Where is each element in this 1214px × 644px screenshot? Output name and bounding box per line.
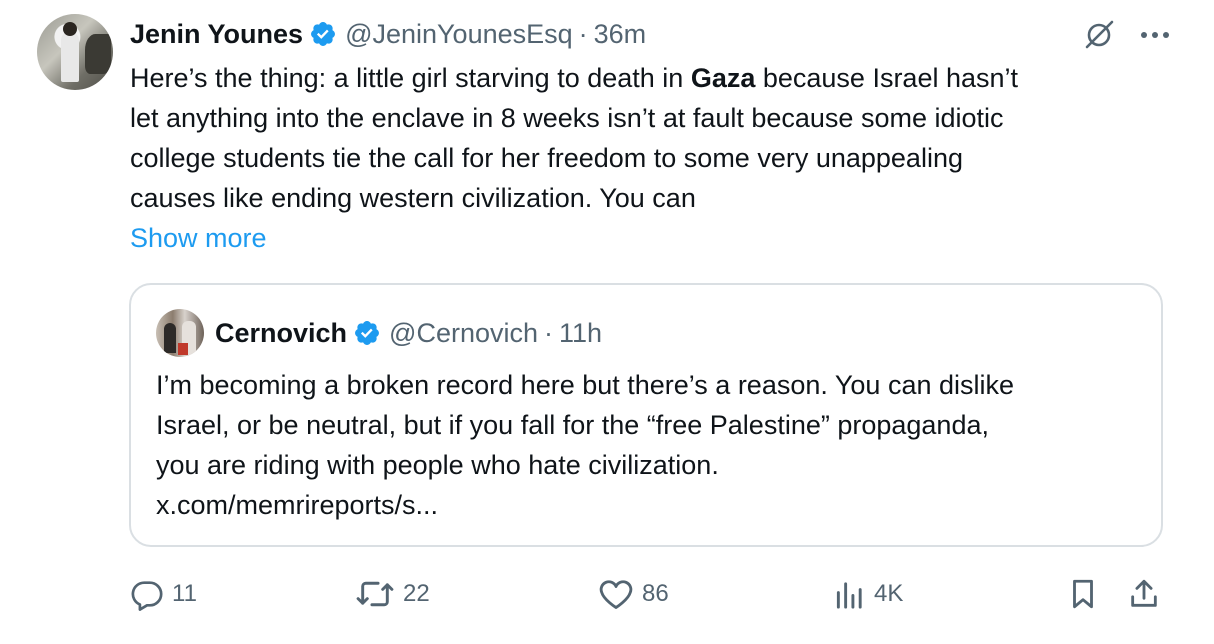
reply-icon — [131, 581, 163, 611]
quoted-author-avatar[interactable] — [156, 309, 204, 357]
tweet-actions-bar: 11 22 86 4K — [130, 574, 1164, 614]
quoted-tweet-time: 11h — [559, 317, 603, 348]
separator-dot: · — [544, 317, 554, 348]
quoted-tweet-header: Cernovich @Cernovich · 11h — [215, 315, 602, 351]
repost-icon — [356, 581, 394, 607]
bookmark-icon — [1073, 579, 1093, 609]
bookmark-button[interactable] — [1068, 574, 1098, 614]
quoted-tweet[interactable]: Cernovich @Cernovich · 11h I’m becoming … — [129, 283, 1163, 547]
tweet-text-part-1: Here’s the thing: a little girl starving… — [130, 63, 691, 93]
reply-count: 11 — [172, 580, 197, 607]
show-more-link[interactable]: Show more — [130, 218, 267, 258]
repost-count: 22 — [403, 580, 430, 607]
quoted-author-handle: @Cernovich — [389, 317, 539, 348]
quoted-author-name: Cernovich — [215, 317, 348, 348]
verified-badge-icon — [311, 22, 336, 46]
share-icon — [1131, 579, 1157, 607]
like-count: 86 — [642, 580, 669, 607]
reply-button[interactable]: 11 — [130, 574, 197, 614]
grok-icon[interactable] — [1082, 18, 1116, 52]
quoted-tweet-text: I’m becoming a broken record here but th… — [156, 370, 1015, 520]
separator-dot: · — [578, 18, 588, 49]
author-avatar[interactable] — [37, 14, 113, 90]
views-count: 4K — [874, 580, 904, 607]
share-button[interactable] — [1128, 574, 1160, 614]
heart-icon — [599, 580, 633, 609]
tweet-text: Here’s the thing: a little girl starving… — [130, 58, 1170, 218]
author-name[interactable]: Jenin Younes — [130, 19, 303, 50]
views-button[interactable]: 4K — [834, 574, 903, 614]
tweet-text-bold: Gaza — [690, 63, 756, 93]
tweet-top-actions — [1082, 18, 1170, 52]
verified-badge-icon — [355, 321, 380, 345]
views-icon — [836, 582, 862, 609]
like-button[interactable]: 86 — [598, 574, 669, 614]
repost-button[interactable]: 22 — [355, 574, 430, 614]
more-icon[interactable] — [1140, 30, 1170, 40]
tweet-time[interactable]: 36m — [594, 19, 647, 50]
tweet-header: Jenin Younes @JeninYounesEsq · 36m — [130, 16, 646, 52]
author-handle[interactable]: @JeninYounesEsq — [345, 19, 573, 50]
